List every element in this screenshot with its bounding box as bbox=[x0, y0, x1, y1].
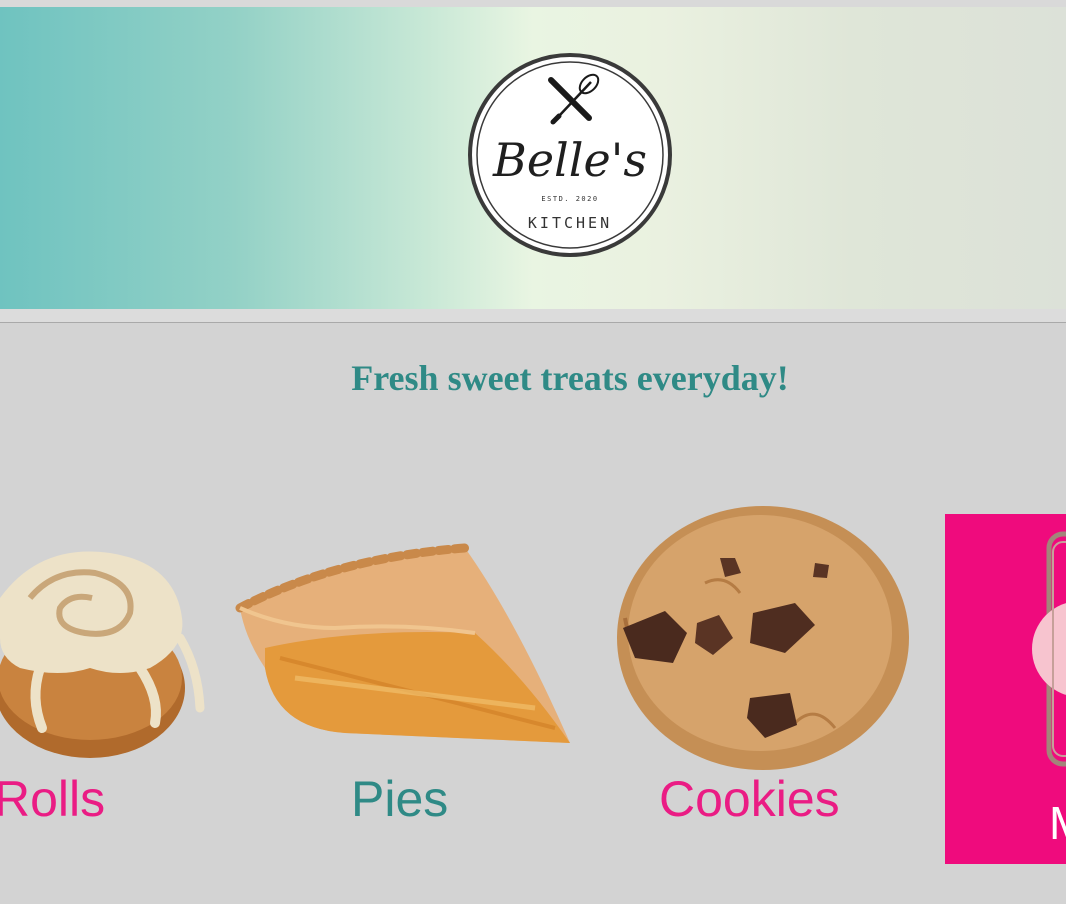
product-pies[interactable]: Pies bbox=[235, 538, 580, 828]
product-label-cookies: Cookies bbox=[659, 771, 840, 827]
bottom-band bbox=[0, 868, 1066, 904]
cinnamon-roll-image bbox=[0, 551, 205, 758]
header-divider bbox=[0, 309, 1066, 323]
promo-card-image bbox=[1032, 531, 1066, 767]
established-text: ESTD. 2020 bbox=[541, 195, 598, 203]
chocolate-chip-cookie-image bbox=[617, 506, 909, 770]
kitchen-text: KITCHEN bbox=[528, 214, 612, 232]
header-banner: Belle's ESTD. 2020 KITCHEN bbox=[0, 7, 1066, 309]
product-rolls[interactable]: Rolls bbox=[0, 528, 210, 828]
logo-badge: Belle's ESTD. 2020 KITCHEN bbox=[468, 53, 672, 257]
product-cookies[interactable]: Cookies bbox=[615, 503, 915, 828]
tagline: Fresh sweet treats everyday! bbox=[351, 358, 789, 398]
promo-card[interactable]: M bbox=[945, 514, 1066, 864]
page: Belle's ESTD. 2020 KITCHEN Fresh sweet t… bbox=[0, 0, 1066, 904]
brand-name: Belle's bbox=[492, 133, 647, 187]
brand-logo[interactable]: Belle's ESTD. 2020 KITCHEN bbox=[467, 52, 673, 258]
main-content: Fresh sweet treats everyday! Rolls Pies … bbox=[0, 323, 1066, 904]
apple-pie-slice-image bbox=[235, 543, 570, 743]
product-label-pies: Pies bbox=[351, 771, 449, 827]
product-label-rolls: Rolls bbox=[0, 771, 106, 827]
top-strip bbox=[0, 0, 1066, 7]
promo-card-label: M bbox=[1049, 796, 1066, 850]
